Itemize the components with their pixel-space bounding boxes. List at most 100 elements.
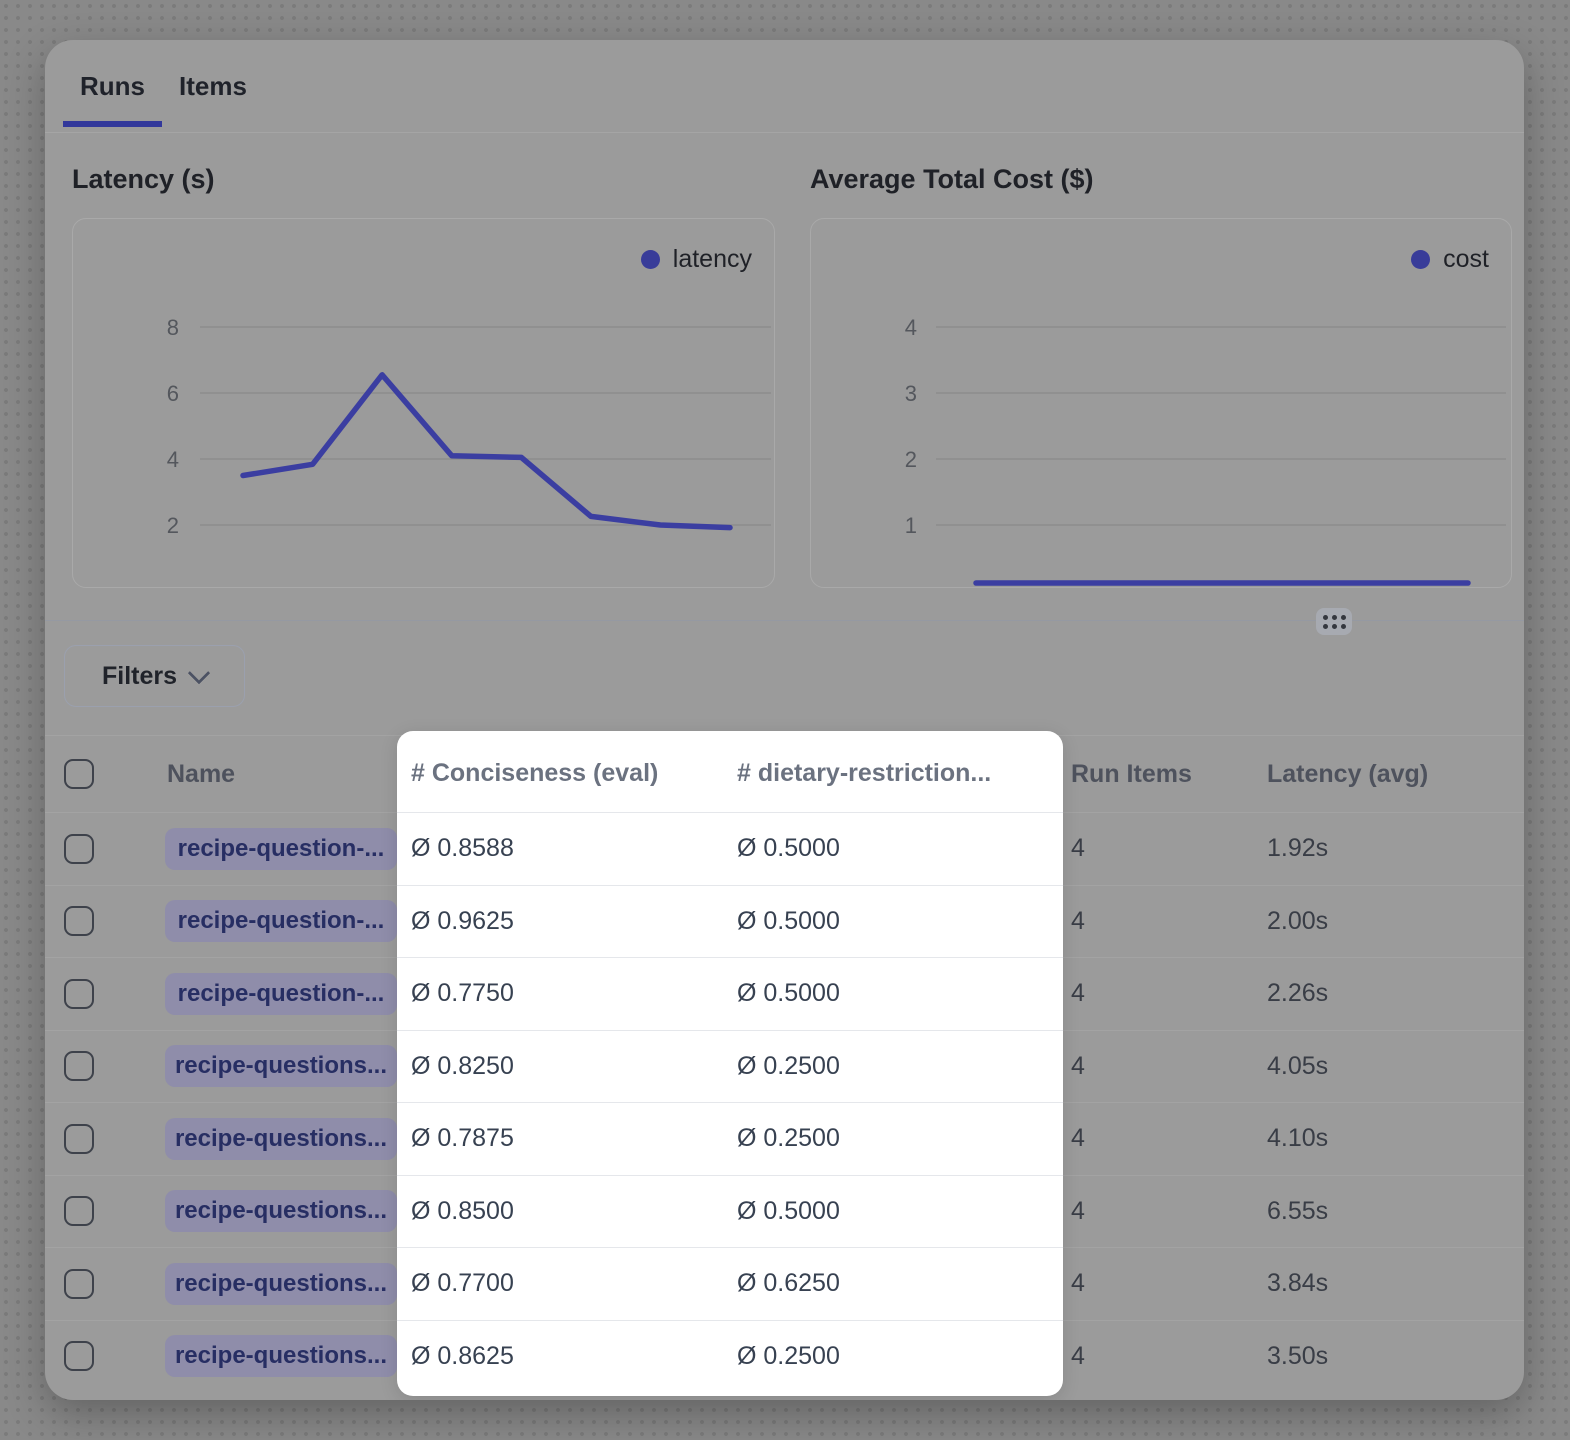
dietary-value: Ø 0.5000: [737, 834, 1063, 863]
conciseness-value: Ø 0.8588: [397, 834, 737, 863]
run-items-cell: 4: [1063, 1052, 1267, 1081]
svg-text:2: 2: [905, 447, 917, 472]
dietary-value: Ø 0.5000: [737, 907, 1063, 936]
run-name-cell: recipe-question-...: [120, 973, 397, 1015]
latency-chart: 8642 latency: [72, 218, 775, 588]
row-checkbox[interactable]: [64, 979, 94, 1009]
cost-line-plot: 4 3 2 1: [811, 219, 1510, 586]
svg-text:4: 4: [167, 447, 179, 472]
run-name-badge[interactable]: recipe-questions...: [165, 1335, 397, 1377]
select-all-checkbox[interactable]: [64, 759, 94, 789]
conciseness-column-header[interactable]: # Conciseness (eval): [397, 759, 737, 788]
latency-legend: latency: [641, 245, 752, 274]
run-name-badge[interactable]: recipe-questions...: [165, 1263, 397, 1305]
conciseness-value: Ø 0.7750: [397, 979, 737, 1008]
grip-dots-icon: [1323, 615, 1346, 629]
dietary-value: Ø 0.6250: [737, 1269, 1063, 1298]
filters-button[interactable]: Filters: [64, 645, 245, 707]
run-items-cell: 4: [1063, 1342, 1267, 1371]
tab-bar: Runs Items: [45, 40, 1524, 133]
conciseness-value: Ø 0.8500: [397, 1197, 737, 1226]
latency-avg-cell: 2.00s: [1267, 907, 1524, 936]
row-checkbox[interactable]: [64, 1051, 94, 1081]
svg-text:1: 1: [905, 513, 917, 538]
row-select-cell: [45, 1341, 120, 1371]
highlight-row: Ø 0.9625Ø 0.5000: [397, 885, 1063, 958]
runs-panel-card: Runs Items Latency (s) Average Total Cos…: [45, 40, 1524, 1400]
conciseness-value: Ø 0.7875: [397, 1124, 737, 1153]
run-name-cell: recipe-questions...: [120, 1335, 397, 1377]
latency-avg-cell: 4.10s: [1267, 1124, 1524, 1153]
svg-text:2: 2: [167, 513, 179, 538]
row-checkbox[interactable]: [64, 1124, 94, 1154]
row-select-cell: [45, 906, 120, 936]
row-checkbox[interactable]: [64, 906, 94, 936]
cost-legend-label: cost: [1443, 245, 1489, 274]
highlight-row: Ø 0.8625Ø 0.2500: [397, 1320, 1063, 1393]
filters-button-label: Filters: [102, 662, 177, 691]
run-name-badge[interactable]: recipe-questions...: [165, 1190, 397, 1232]
cost-chart: 4 3 2 1 cost: [810, 218, 1512, 588]
run-name-cell: recipe-questions...: [120, 1190, 397, 1232]
dietary-column-header[interactable]: # dietary-restriction...: [737, 759, 1063, 788]
highlight-row: Ø 0.8500Ø 0.5000: [397, 1175, 1063, 1248]
chevron-down-icon: [188, 662, 211, 685]
highlight-row: Ø 0.8588Ø 0.5000: [397, 812, 1063, 885]
highlight-row: Ø 0.7750Ø 0.5000: [397, 957, 1063, 1030]
run-name-badge[interactable]: recipe-questions...: [165, 1118, 397, 1160]
run-items-column-header: Run Items: [1071, 760, 1192, 789]
latency-avg-cell: 3.50s: [1267, 1342, 1524, 1371]
run-items-cell: 4: [1063, 979, 1267, 1008]
run-name-cell: recipe-questions...: [120, 1118, 397, 1160]
panel-resize-divider: [45, 620, 1524, 621]
highlight-row: Ø 0.7875Ø 0.2500: [397, 1102, 1063, 1175]
name-column-header: Name: [167, 760, 235, 789]
row-checkbox[interactable]: [64, 1341, 94, 1371]
run-name-badge[interactable]: recipe-questions...: [165, 1045, 397, 1087]
conciseness-value: Ø 0.8625: [397, 1342, 737, 1371]
header-name-cell[interactable]: Name: [120, 760, 397, 789]
row-select-cell: [45, 1051, 120, 1081]
conciseness-value: Ø 0.9625: [397, 907, 737, 936]
row-checkbox[interactable]: [64, 1269, 94, 1299]
header-latency-cell[interactable]: Latency (avg): [1267, 760, 1524, 789]
dietary-value: Ø 0.2500: [737, 1052, 1063, 1081]
run-name-badge[interactable]: recipe-question-...: [165, 973, 397, 1015]
svg-text:3: 3: [905, 381, 917, 406]
dietary-value: Ø 0.2500: [737, 1342, 1063, 1371]
row-select-cell: [45, 1269, 120, 1299]
run-name-cell: recipe-question-...: [120, 900, 397, 942]
latency-avg-cell: 1.92s: [1267, 834, 1524, 863]
highlight-body: Ø 0.8588Ø 0.5000Ø 0.9625Ø 0.5000Ø 0.7750…: [397, 812, 1063, 1392]
latency-legend-label: latency: [673, 245, 752, 274]
conciseness-value: Ø 0.8250: [397, 1052, 737, 1081]
run-name-badge[interactable]: recipe-question-...: [165, 900, 397, 942]
page-background: Runs Items Latency (s) Average Total Cos…: [0, 0, 1570, 1440]
run-items-cell: 4: [1063, 907, 1267, 936]
run-items-cell: 4: [1063, 1269, 1267, 1298]
latency-avg-cell: 3.84s: [1267, 1269, 1524, 1298]
highlight-row: Ø 0.8250Ø 0.2500: [397, 1030, 1063, 1103]
tab-runs[interactable]: Runs: [63, 40, 162, 132]
row-select-cell: [45, 1196, 120, 1226]
row-checkbox[interactable]: [64, 1196, 94, 1226]
run-items-cell: 4: [1063, 834, 1267, 863]
tab-items[interactable]: Items: [162, 40, 264, 132]
header-run-items-cell[interactable]: Run Items: [1063, 760, 1267, 789]
dietary-value: Ø 0.2500: [737, 1124, 1063, 1153]
highlight-header-row: # Conciseness (eval) # dietary-restricti…: [397, 735, 1063, 812]
resize-drag-handle[interactable]: [1316, 608, 1352, 635]
run-name-badge[interactable]: recipe-question-...: [165, 828, 397, 870]
latency-column-header: Latency (avg): [1267, 760, 1428, 789]
row-checkbox[interactable]: [64, 834, 94, 864]
conciseness-value: Ø 0.7700: [397, 1269, 737, 1298]
latency-avg-cell: 2.26s: [1267, 979, 1524, 1008]
latency-legend-dot-icon: [641, 250, 660, 269]
latency-avg-cell: 6.55s: [1267, 1197, 1524, 1226]
svg-text:4: 4: [905, 315, 917, 340]
row-select-cell: [45, 1124, 120, 1154]
cost-legend-dot-icon: [1411, 250, 1430, 269]
latency-line-plot: 8642: [73, 219, 773, 586]
dietary-value: Ø 0.5000: [737, 979, 1063, 1008]
highlight-row: Ø 0.7700Ø 0.6250: [397, 1247, 1063, 1320]
